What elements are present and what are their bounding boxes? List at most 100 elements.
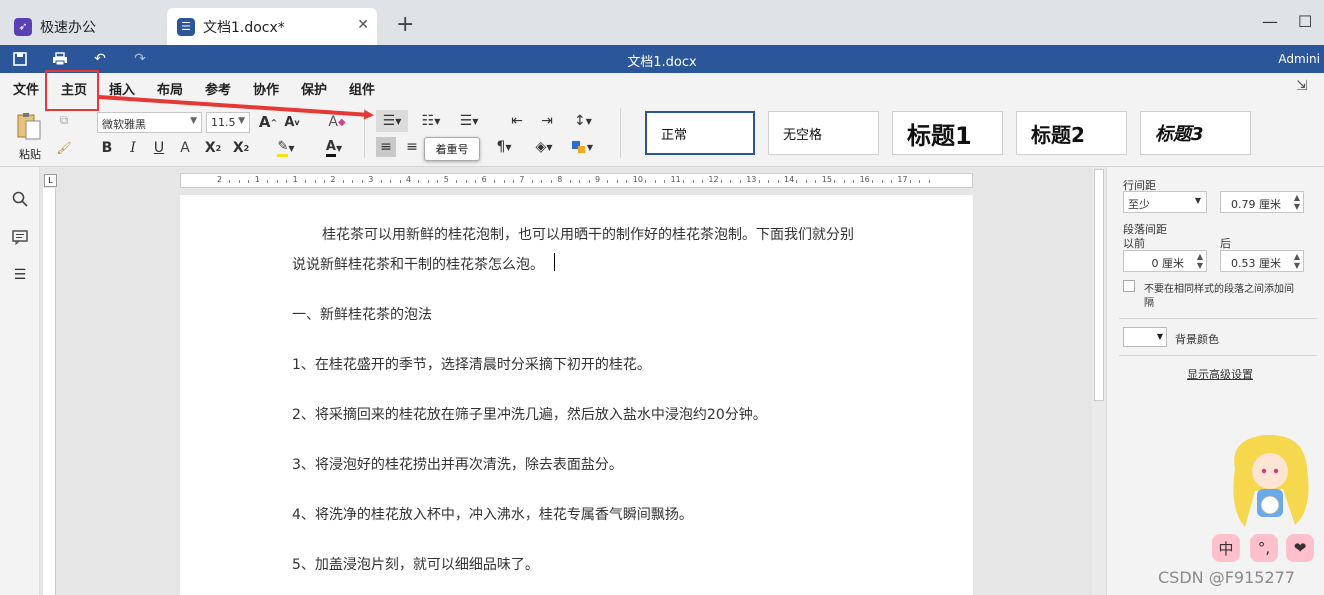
spacing-before-value: 0 厘米	[1151, 257, 1185, 270]
spinner-icon[interactable]: ▲ ▼	[1294, 193, 1300, 211]
strikethrough-icon[interactable]: A	[176, 138, 194, 158]
font-name-select[interactable]: 微软雅黑 ▼	[97, 112, 202, 133]
decrease-indent-icon[interactable]: ⇤	[506, 110, 528, 132]
chevron-down-icon: ▼	[238, 116, 245, 126]
menu-references[interactable]: 参考	[205, 79, 231, 98]
menu-collaboration[interactable]: 协作	[253, 79, 279, 98]
rocket-icon: ➶	[14, 17, 32, 36]
chevron-down-icon: ▼	[190, 116, 197, 126]
ruler-tick	[815, 180, 817, 183]
ruler-tick	[834, 180, 836, 183]
spacing-after-value: 0.53 厘米	[1231, 257, 1281, 270]
ruler-tick	[654, 180, 656, 183]
style-heading-3[interactable]: 标题3	[1140, 111, 1251, 155]
style-heading-2[interactable]: 标题2	[1016, 111, 1127, 155]
line-spacing-value-input[interactable]: 0.79 厘米 ▲ ▼	[1220, 191, 1304, 213]
paste-icon[interactable]	[14, 112, 44, 142]
navigation-icon[interactable]: ☰	[10, 265, 30, 285]
maximize-button[interactable]: ☐	[1298, 12, 1312, 31]
bold-icon[interactable]: B	[98, 138, 116, 158]
menu-file[interactable]: 文件	[13, 79, 39, 98]
superscript-icon[interactable]: X2	[202, 138, 224, 158]
comment-icon[interactable]	[10, 227, 30, 247]
ime-punctuation-indicator[interactable]: °,	[1250, 534, 1278, 562]
menu-bar: 文件 主页 插入 布局 参考 协作 保护 组件 ⇲	[0, 73, 1324, 103]
format-painter-icon[interactable]: 🖌	[56, 140, 72, 156]
heart-icon[interactable]: ❤	[1286, 534, 1314, 562]
menu-plugins[interactable]: 组件	[349, 79, 375, 98]
ruler-label: 15	[821, 175, 832, 184]
ruler-tick	[692, 180, 694, 183]
ruler-tick	[342, 180, 344, 183]
search-icon[interactable]	[10, 189, 30, 209]
document-page[interactable]: 桂花茶可以用新鲜的桂花泡制，也可以用晒干的制作好的桂花茶泡制。下面我们就分别 说…	[180, 195, 973, 595]
font-color-icon[interactable]: A ▼	[320, 138, 348, 158]
no-space-checkbox[interactable]	[1123, 280, 1135, 292]
align-left-icon[interactable]: ≡	[376, 137, 396, 157]
user-name[interactable]: Admini	[1278, 52, 1320, 66]
show-advanced-link[interactable]: 显示高级设置	[1187, 366, 1253, 382]
ruler-tick	[768, 180, 770, 183]
line-spacing-mode-select[interactable]: 至少 ▼	[1123, 191, 1207, 213]
ruler-tick	[777, 180, 779, 183]
new-tab-button[interactable]: +	[396, 12, 414, 37]
multilevel-list-icon[interactable]: ☰ ▼	[454, 110, 484, 132]
paragraph: 2、将采摘回来的桂花放在筛子里冲洗几遍，然后放入盐水中浸泡约20分钟。	[292, 407, 767, 423]
paragraph: 4、将洗净的桂花放入杯中，冲入沸水，桂花专属香气瞬间飘扬。	[292, 507, 693, 523]
horizontal-ruler[interactable]: 2 1 1 2 3 4 5 6 7 8 9 10 11 12 13 14 15 16 17	[180, 173, 973, 188]
italic-icon[interactable]: I	[124, 138, 142, 158]
watermark: CSDN @F915277	[1158, 568, 1295, 587]
increase-indent-icon[interactable]: ⇥	[536, 110, 558, 132]
ruler-tick	[267, 180, 269, 183]
increase-font-icon[interactable]: A ^	[258, 112, 278, 132]
close-tab-icon[interactable]: ✕	[357, 17, 369, 33]
open-location-icon[interactable]: ⇲	[1296, 78, 1308, 94]
menu-insert[interactable]: 插入	[109, 79, 135, 98]
ruler-label: 13	[746, 175, 757, 184]
tab-stop-selector[interactable]: L	[44, 174, 57, 187]
line-spacing-icon[interactable]: ↕ ▼	[568, 110, 598, 132]
font-size-select[interactable]: 11.5 ▼	[206, 112, 250, 133]
highlight-color-icon[interactable]: ✎ ▼	[272, 138, 300, 158]
ruler-label: 10	[632, 175, 643, 184]
spacing-before-input[interactable]: 0 厘米 ▲ ▼	[1123, 250, 1207, 272]
underline-icon[interactable]: U	[150, 138, 168, 158]
background-color-picker[interactable]: ▼	[1123, 327, 1167, 347]
style-normal[interactable]: 正常	[645, 111, 755, 155]
numbered-list-icon[interactable]: ☷ ▼	[416, 110, 446, 132]
borders-icon[interactable]: ▼	[568, 137, 596, 157]
tab-app[interactable]: ➶ 极速办公	[4, 8, 164, 45]
separator	[620, 108, 621, 158]
menu-layout[interactable]: 布局	[157, 79, 183, 98]
style-no-spacing[interactable]: 无空格	[768, 111, 879, 155]
subscript-icon[interactable]: X2	[230, 138, 252, 158]
vertical-ruler[interactable]	[43, 188, 56, 595]
ruler-label: 11	[670, 175, 681, 184]
ruler-tick	[616, 180, 618, 183]
ruler-tick	[683, 180, 685, 183]
spinner-icon[interactable]: ▲ ▼	[1197, 252, 1203, 270]
menu-protection[interactable]: 保护	[301, 79, 327, 98]
spacing-before-label: 以前	[1123, 237, 1145, 250]
clear-format-icon[interactable]: A ◆	[326, 112, 348, 132]
ruler-tick	[494, 180, 496, 183]
tab-document[interactable]: ☰ 文档1.docx* ✕	[167, 8, 377, 45]
decrease-font-icon[interactable]: Av	[282, 112, 302, 132]
spacing-after-input[interactable]: 0.53 厘米 ▲ ▼	[1220, 250, 1304, 272]
no-space-checkbox-label: 不要在相同样式的段落之间添加间	[1144, 284, 1294, 295]
minimize-button[interactable]: —	[1262, 12, 1278, 31]
spinner-icon[interactable]: ▲ ▼	[1294, 252, 1300, 270]
vertical-scrollbar[interactable]	[1092, 167, 1106, 595]
ruler-tick	[730, 180, 732, 183]
bullet-list-icon[interactable]: ☰ ▼	[376, 110, 408, 132]
style-heading-1[interactable]: 标题1	[892, 111, 1003, 155]
copy-icon[interactable]: ⧉	[56, 112, 72, 128]
paragraph-mark-icon[interactable]: ¶ ▼	[492, 137, 516, 157]
shading-icon[interactable]: ◈ ▼	[530, 137, 558, 157]
ruler-tick	[531, 180, 533, 183]
ruler-tick	[909, 180, 911, 183]
align-center-icon[interactable]: ≡	[402, 137, 422, 157]
ruler-tick	[928, 180, 930, 183]
ime-chinese-indicator[interactable]: 中	[1212, 534, 1240, 562]
scrollbar-thumb[interactable]	[1094, 169, 1104, 401]
